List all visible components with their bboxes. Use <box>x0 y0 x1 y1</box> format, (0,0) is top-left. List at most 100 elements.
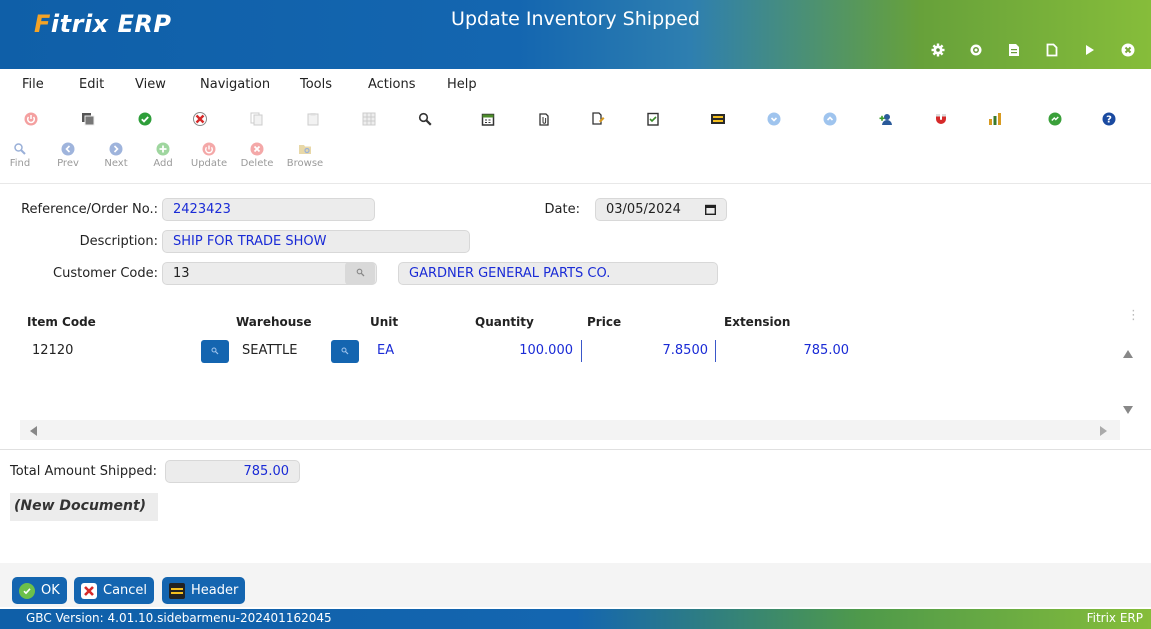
date-label: Date: <box>544 202 580 217</box>
menu-edit[interactable]: Edit <box>79 77 104 92</box>
delete-label: Delete <box>240 158 274 169</box>
description-label: Description: <box>79 234 158 249</box>
cell-extension[interactable]: 785.00 <box>730 343 850 358</box>
help-icon[interactable]: ? <box>1100 110 1118 128</box>
cancel-icon[interactable] <box>191 110 209 128</box>
document-icon[interactable] <box>1000 40 1027 60</box>
update-button[interactable]: Update <box>189 142 229 169</box>
search-icon <box>211 344 219 359</box>
new-document-icon[interactable] <box>1038 40 1065 60</box>
col-header-unit[interactable]: Unit <box>370 315 398 329</box>
menu-navigation[interactable]: Navigation <box>200 77 270 92</box>
close-icon[interactable] <box>1114 40 1141 60</box>
col-header-extension[interactable]: Extension <box>724 315 790 329</box>
menu-bar: File Edit View Navigation Tools Actions … <box>0 69 1151 99</box>
action-bar: OK Cancel Header <box>0 563 1151 607</box>
ok-circle-icon[interactable] <box>1046 110 1064 128</box>
date-field[interactable]: 03/05/2024 <box>595 198 727 221</box>
update-label: Update <box>190 158 228 169</box>
copy-icon[interactable] <box>248 110 266 128</box>
col-header-quantity[interactable]: Quantity <box>475 315 534 329</box>
next-icon <box>109 142 123 156</box>
total-field: 785.00 <box>165 460 300 483</box>
settings-chip-icon[interactable] <box>962 40 989 60</box>
menu-actions[interactable]: Actions <box>368 77 416 92</box>
power-icon[interactable] <box>22 110 40 128</box>
scroll-right-icon[interactable] <box>1100 425 1107 440</box>
add-icon <box>156 142 170 156</box>
scroll-up-icon[interactable] <box>1123 347 1133 362</box>
description-field[interactable]: SHIP FOR TRADE SHOW <box>162 230 470 253</box>
customer-lookup-button[interactable] <box>345 262 375 285</box>
calendar-picker-icon[interactable] <box>704 204 717 219</box>
menu-help[interactable]: Help <box>447 77 477 92</box>
attach-icon[interactable] <box>535 110 553 128</box>
check-icon[interactable] <box>136 110 154 128</box>
title-bar-icons <box>913 40 1141 60</box>
prev-button[interactable]: Prev <box>48 142 88 169</box>
copy-window-icon[interactable] <box>79 110 97 128</box>
search-icon <box>356 266 365 281</box>
title-bar: Fitrix ERP Update Inventory Shipped <box>0 0 1151 69</box>
date-value: 03/05/2024 <box>606 202 681 217</box>
find-button[interactable]: Find <box>0 142 40 169</box>
reference-field[interactable]: 2423423 <box>162 198 375 221</box>
paste-icon[interactable] <box>304 110 322 128</box>
play-icon[interactable] <box>1076 40 1103 60</box>
chart-icon[interactable] <box>986 110 1004 128</box>
up-arrow-circle-icon[interactable] <box>821 110 839 128</box>
menu-file[interactable]: File <box>22 77 44 92</box>
find-label: Find <box>9 158 31 169</box>
update-icon <box>202 142 216 156</box>
column-divider <box>715 340 716 362</box>
version-text: GBC Version: 4.01.10.sidebarmenu-2024011… <box>26 611 332 625</box>
unit-lookup-button[interactable] <box>331 340 359 363</box>
col-header-warehouse[interactable]: Warehouse <box>236 315 312 329</box>
notes-icon[interactable] <box>644 110 662 128</box>
scroll-down-icon[interactable] <box>1123 403 1133 418</box>
reference-label: Reference/Order No.: <box>21 202 158 217</box>
magnet-icon[interactable] <box>932 110 950 128</box>
ok-button[interactable]: OK <box>12 577 67 604</box>
status-bar: GBC Version: 4.01.10.sidebarmenu-2024011… <box>0 609 1151 629</box>
grid-icon[interactable] <box>360 110 378 128</box>
cancel-button[interactable]: Cancel <box>74 577 155 604</box>
find-icon <box>13 142 27 156</box>
zoom-icon[interactable] <box>416 110 434 128</box>
browse-icon <box>298 142 312 156</box>
header-button[interactable]: Header <box>162 577 246 604</box>
browse-button[interactable]: Browse <box>285 142 325 169</box>
cancel-icon <box>81 582 97 599</box>
warehouse-lookup-button[interactable] <box>201 340 229 363</box>
scroll-left-icon[interactable] <box>30 425 37 440</box>
cell-warehouse[interactable]: SEATTLE <box>242 343 297 358</box>
svg-text:?: ? <box>1106 115 1112 126</box>
delete-icon <box>250 142 264 156</box>
header-icon[interactable] <box>709 110 727 128</box>
calendar-icon[interactable] <box>479 110 497 128</box>
prev-icon <box>61 142 75 156</box>
next-button[interactable]: Next <box>96 142 136 169</box>
horizontal-scrollbar[interactable] <box>20 420 1120 440</box>
cell-price[interactable]: 7.8500 <box>595 343 709 358</box>
nav-toolbar: Find Prev Next Add Update Delete Browse <box>0 139 1151 184</box>
menu-view[interactable]: View <box>135 77 166 92</box>
cell-quantity[interactable]: 100.000 <box>470 343 573 358</box>
add-button[interactable]: Add <box>143 142 183 169</box>
column-divider <box>581 340 582 362</box>
down-arrow-circle-icon[interactable] <box>765 110 783 128</box>
add-user-icon[interactable] <box>877 110 895 128</box>
col-header-item-code[interactable]: Item Code <box>27 315 96 329</box>
cell-item-code[interactable]: 12120 <box>32 343 73 358</box>
col-header-price[interactable]: Price <box>587 315 621 329</box>
browse-label: Browse <box>286 158 324 169</box>
column-menu-icon[interactable]: ⋮ <box>1127 309 1140 322</box>
gear-icon[interactable] <box>924 40 951 60</box>
edit-document-icon[interactable] <box>589 110 607 128</box>
total-label: Total Amount Shipped: <box>10 464 157 479</box>
delete-button[interactable]: Delete <box>237 142 277 169</box>
menu-tools[interactable]: Tools <box>300 77 332 92</box>
window-title: Update Inventory Shipped <box>451 8 700 30</box>
search-icon <box>341 344 349 359</box>
cell-unit[interactable]: EA <box>377 343 394 358</box>
